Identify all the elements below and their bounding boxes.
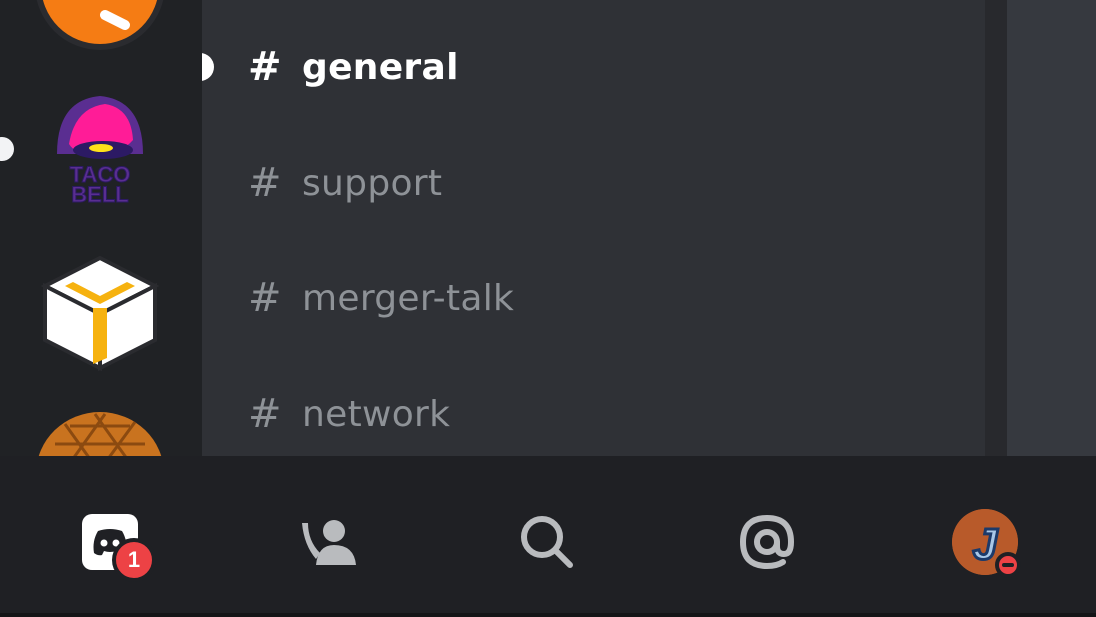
channel-network[interactable]: # network xyxy=(248,384,450,444)
notification-badge: 1 xyxy=(112,538,156,582)
home-tab[interactable]: 1 xyxy=(70,502,156,582)
acorn-server-icon[interactable] xyxy=(35,404,165,456)
hashtag-icon: # xyxy=(248,160,282,206)
at-mention-icon xyxy=(739,514,795,570)
channel-label: support xyxy=(302,162,443,204)
mentions-tab[interactable] xyxy=(727,502,807,582)
taco-bell-server-icon[interactable]: TACO BELL xyxy=(35,82,165,212)
friends-tab[interactable] xyxy=(289,502,369,582)
channel-label: merger-talk xyxy=(302,277,515,319)
hashtag-icon: # xyxy=(248,275,282,321)
server-rail: TACO BELL xyxy=(0,0,202,456)
profile-tab[interactable]: J xyxy=(945,502,1025,582)
channel-label: general xyxy=(302,46,459,88)
hashtag-icon: # xyxy=(248,44,282,90)
hashtag-icon: # xyxy=(248,391,282,437)
search-tab[interactable] xyxy=(507,502,587,582)
panel-divider xyxy=(985,0,1007,456)
bell-logo-text: BELL xyxy=(71,182,128,207)
bottom-navigation: 1 J xyxy=(0,456,1096,617)
channel-merger-talk[interactable]: # merger-talk xyxy=(248,268,514,328)
channel-label: network xyxy=(302,393,451,435)
channel-list: # general # support # merger-talk # netw… xyxy=(202,0,985,456)
cube-server-icon[interactable] xyxy=(35,246,165,376)
channel-general[interactable]: # general xyxy=(248,37,459,97)
server-unread-indicator xyxy=(0,137,14,161)
dnd-status-icon xyxy=(995,552,1021,578)
search-icon xyxy=(521,516,573,568)
active-channel-indicator xyxy=(202,53,214,81)
orange-server-icon[interactable] xyxy=(35,0,165,50)
bottom-edge xyxy=(0,613,1096,617)
friends-icon xyxy=(302,520,356,565)
chat-pane-edge xyxy=(1007,0,1096,456)
channel-support[interactable]: # support xyxy=(248,153,442,213)
